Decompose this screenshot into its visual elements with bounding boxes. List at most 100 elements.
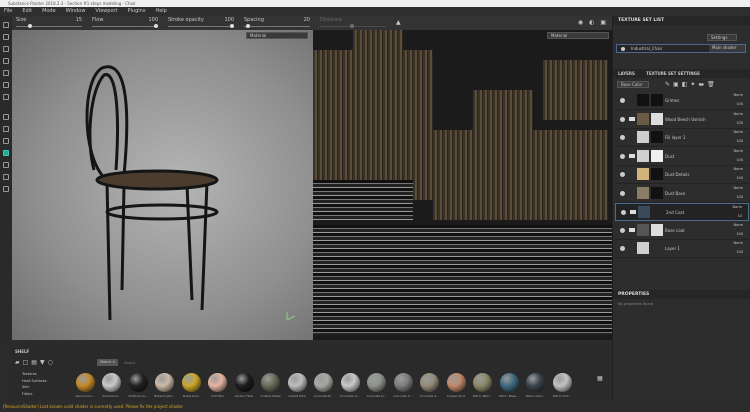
spacing-value[interactable]: 20 <box>304 17 310 23</box>
smudge-icon[interactable] <box>3 70 9 76</box>
channel-dropdown[interactable]: Base Color <box>617 81 649 88</box>
opacity-dropdown[interactable]: 100 <box>736 158 743 162</box>
blend-mode-dropdown[interactable]: Norm <box>733 241 743 245</box>
paint-brush-icon[interactable] <box>3 22 9 28</box>
size-value[interactable]: 15 <box>76 17 82 23</box>
material-item[interactable]: Coated Metal <box>260 373 282 398</box>
material-item[interactable]: Aluminium... <box>74 373 96 398</box>
blend-mode-dropdown[interactable]: Norm <box>733 167 743 171</box>
layer-item[interactable]: Fill layer 1 Norm 100 <box>615 129 749 147</box>
stroke-opacity-value[interactable]: 100 <box>224 17 234 23</box>
menu-help[interactable]: Help <box>155 7 166 16</box>
import-icon[interactable]: ▤ <box>31 359 40 366</box>
new-icon[interactable]: □ <box>23 359 32 366</box>
visibility-icon[interactable] <box>620 116 625 122</box>
size-slider[interactable]: Size 15 <box>16 16 86 30</box>
settings-dropdown[interactable]: Settings <box>707 34 737 41</box>
layer-item[interactable]: Dust Details Norm 100 <box>615 166 749 184</box>
shelf-search-input[interactable] <box>124 359 324 366</box>
menu-mode[interactable]: Mode <box>42 7 56 16</box>
visibility-icon[interactable] <box>621 47 625 51</box>
material-item[interactable]: Brass Pure <box>180 373 202 398</box>
material-item[interactable]: Concrete B... <box>313 373 335 398</box>
layer-item[interactable]: 2nd Coat Norm 10 <box>615 203 749 221</box>
material-item[interactable]: Artificial Le... <box>127 373 149 398</box>
material-item[interactable]: Calf Skin <box>207 373 229 398</box>
flow-value[interactable]: 100 <box>148 17 158 23</box>
add-fill-layer-icon[interactable]: ▣ <box>673 81 682 88</box>
symmetry-icon[interactable]: ▲ <box>396 19 401 26</box>
opacity-dropdown[interactable]: 100 <box>736 195 743 199</box>
display-settings-icon[interactable]: ◐ <box>589 19 594 26</box>
camera-icon[interactable]: ◉ <box>578 19 583 26</box>
refresh-icon[interactable]: ○ <box>48 359 56 366</box>
display-icon[interactable] <box>3 138 9 144</box>
bake-icon[interactable] <box>3 150 9 156</box>
layer-item[interactable]: Wood Beech Varnish Norm 100 <box>615 111 749 129</box>
blend-mode-dropdown[interactable]: Norm <box>732 205 742 209</box>
log-icon[interactable] <box>3 174 9 180</box>
opacity-dropdown[interactable]: 100 <box>736 139 743 143</box>
slider-handle[interactable] <box>28 24 32 28</box>
add-paint-layer-icon[interactable]: ✎ <box>665 81 673 88</box>
stroke-opacity-slider[interactable]: Stroke opacity 100 <box>168 16 238 30</box>
tab-layers[interactable]: LAYERS <box>618 71 635 76</box>
opacity-dropdown[interactable]: 100 <box>736 176 743 180</box>
export-icon[interactable] <box>3 162 9 168</box>
layer-item[interactable]: Dust Norm 100 <box>615 148 749 166</box>
blend-mode-dropdown[interactable]: Norm <box>733 112 743 116</box>
material-item[interactable]: Fabric Deni... <box>525 373 547 398</box>
projection-icon[interactable] <box>3 46 9 52</box>
layer-item[interactable]: Layer 1 Norm 100 <box>615 240 749 258</box>
slider-handle[interactable] <box>154 24 158 28</box>
menu-file[interactable]: File <box>4 7 12 16</box>
viewport-3d-mode-dropdown[interactable]: Material <box>246 32 308 39</box>
menu-window[interactable]: Window <box>66 7 86 16</box>
material-item[interactable]: Fabric Bam... <box>472 373 494 398</box>
material-item[interactable]: Carbon Fiber <box>233 373 255 398</box>
screenshot-icon[interactable]: ▣ <box>600 19 606 26</box>
menu-plugins[interactable]: Plugins <box>128 7 146 16</box>
geometry-fill-icon[interactable] <box>3 58 9 64</box>
folder-icon[interactable]: ▰ <box>15 359 23 366</box>
material-item[interactable]: Concrete Cl... <box>339 373 361 398</box>
visibility-icon[interactable] <box>620 190 625 196</box>
visibility-icon[interactable] <box>621 210 626 215</box>
shader-dropdown[interactable]: Main shader <box>709 45 745 52</box>
menu-viewport[interactable]: Viewport <box>95 7 117 16</box>
opacity-dropdown[interactable]: 100 <box>736 250 743 254</box>
viewport-2d-mode-dropdown[interactable]: Material <box>547 32 609 39</box>
picker-icon[interactable] <box>3 94 9 100</box>
clone-icon[interactable] <box>3 82 9 88</box>
visibility-icon[interactable] <box>620 98 625 103</box>
spacing-slider[interactable]: Spacing 20 <box>244 16 314 30</box>
blend-mode-dropdown[interactable]: Norm <box>733 186 743 190</box>
visibility-icon[interactable] <box>620 246 625 251</box>
delete-layer-icon[interactable]: 🗑 <box>707 81 718 88</box>
blend-mode-dropdown[interactable]: Norm <box>733 93 743 97</box>
material-item[interactable]: Fabric Knit... <box>551 373 573 398</box>
blend-mode-dropdown[interactable]: Norm <box>733 149 743 153</box>
flow-slider[interactable]: Flow 100 <box>92 16 162 30</box>
material-item[interactable]: Concrete S... <box>392 373 414 398</box>
slider-handle[interactable] <box>230 24 234 28</box>
opacity-dropdown[interactable]: 100 <box>736 232 743 236</box>
viewport-2d-uv[interactable]: Material <box>313 30 612 340</box>
layers-icon[interactable] <box>3 114 9 120</box>
menu-edit[interactable]: Edit <box>22 7 32 16</box>
opacity-dropdown[interactable]: 100 <box>736 102 743 106</box>
material-item[interactable]: Aluminium... <box>101 373 123 398</box>
texture-set-item[interactable]: Industrial_Chair Main shader <box>616 44 746 53</box>
opacity-dropdown[interactable]: 10 <box>738 214 742 218</box>
filter-tag[interactable]: Materi ✕ <box>97 359 119 366</box>
grid-view-icon[interactable]: ▦ <box>597 375 603 382</box>
visibility-icon[interactable] <box>620 172 625 177</box>
layer-item[interactable]: Grimes Norm 100 <box>615 92 749 110</box>
visibility-icon[interactable] <box>620 135 625 140</box>
category-filters[interactable]: Filters <box>22 391 47 398</box>
texture-set-icon[interactable] <box>3 126 9 132</box>
material-item[interactable]: Copper Pure <box>445 373 467 398</box>
settings-icon[interactable] <box>3 186 9 192</box>
material-item[interactable]: Fabric Base... <box>498 373 520 398</box>
material-item[interactable]: Cobalt Pure <box>286 373 308 398</box>
